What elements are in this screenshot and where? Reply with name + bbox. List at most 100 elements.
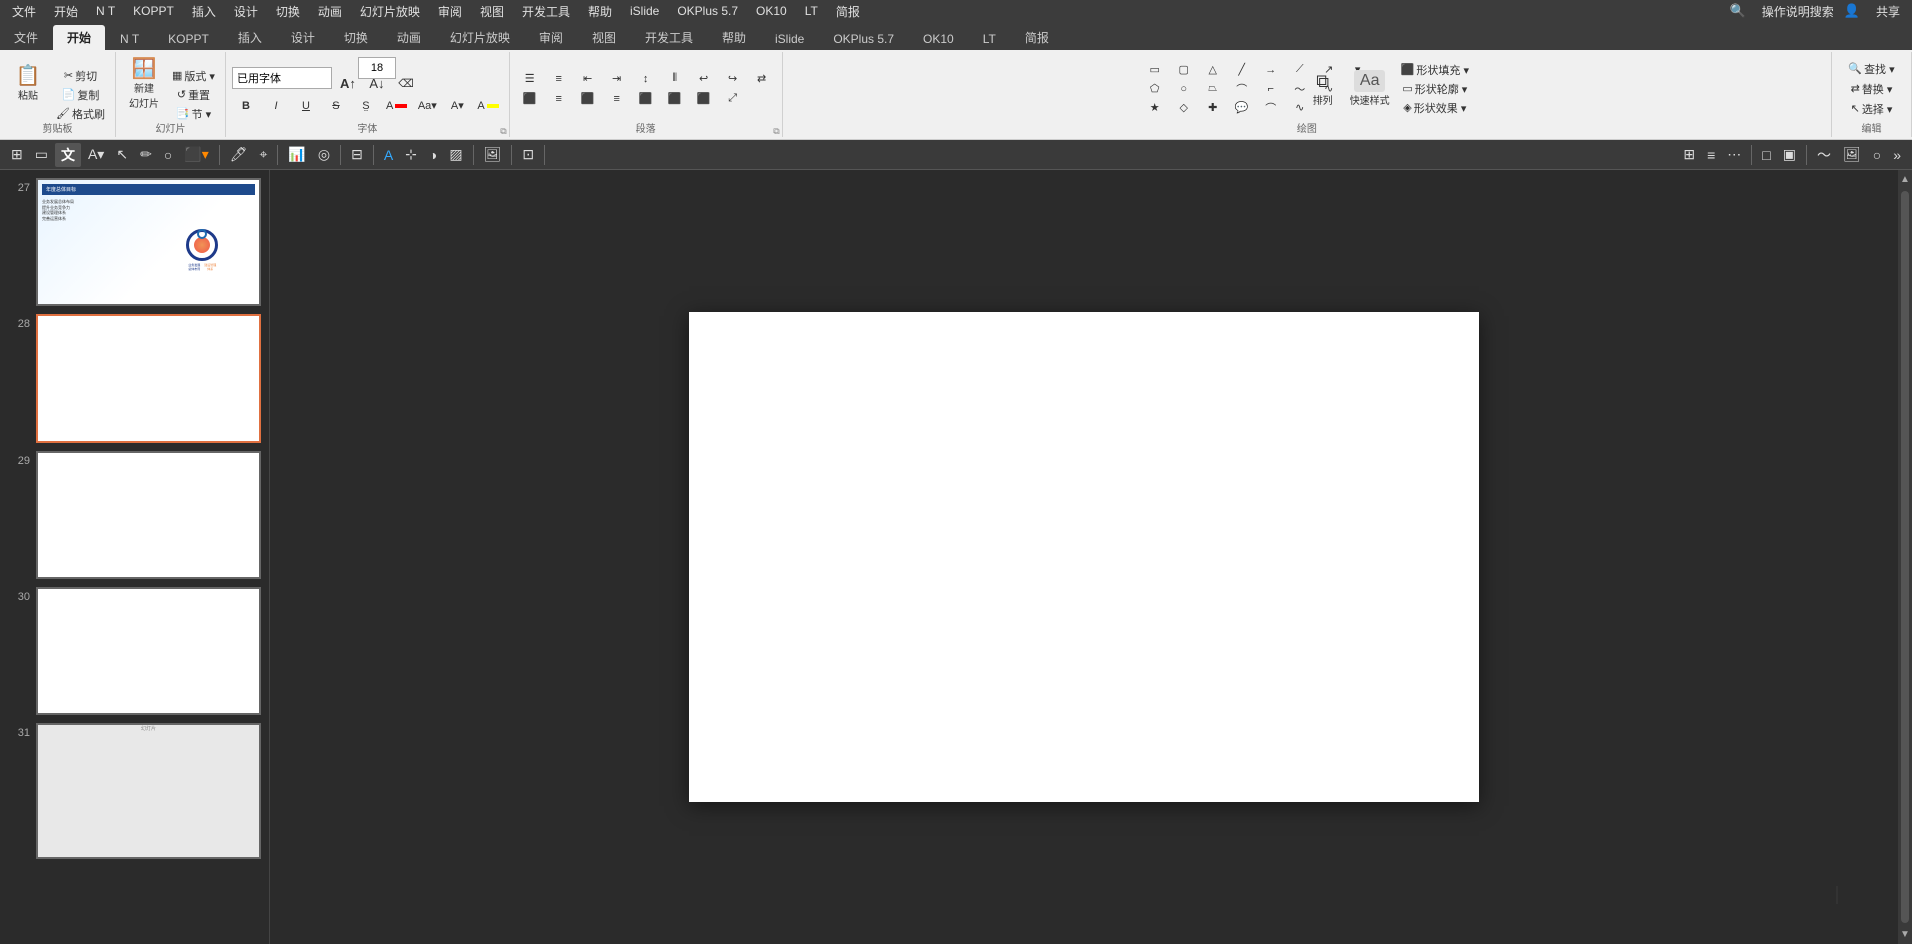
tab-jianbao[interactable]: 简报 xyxy=(1011,25,1063,50)
font-shrink-button[interactable]: A↓ xyxy=(363,75,391,93)
slide-item-27[interactable]: 27 年度总体目标 业务发展总体布局提升业务竞争力建设管理体系完善运营体系 xyxy=(0,174,269,310)
para-dialog-launcher[interactable]: ⧉ xyxy=(773,126,779,137)
justify-button[interactable]: ≡ xyxy=(603,90,631,108)
dt-picture-btn[interactable]: 🖼 xyxy=(1838,144,1866,165)
new-slide-button[interactable]: 🪟 新建 幻灯片 xyxy=(122,54,166,114)
tab-animation[interactable]: 动画 xyxy=(383,25,435,50)
tab-nt[interactable]: N T xyxy=(106,28,153,50)
dt-circle-btn[interactable]: ○ xyxy=(159,145,177,165)
dt-capture-btn[interactable]: ⊞ xyxy=(1678,144,1700,165)
arrow-shape[interactable]: → xyxy=(1257,61,1285,79)
align-right-button[interactable]: ⬛ xyxy=(574,90,602,108)
slide-thumb-29[interactable] xyxy=(36,451,261,579)
dt-circle2-btn[interactable]: ○ xyxy=(1868,145,1886,165)
select-button[interactable]: ↖选择 ▾ xyxy=(1847,100,1897,118)
dt-screen-btn[interactable]: ⊡ xyxy=(517,144,539,165)
menu-islide[interactable]: iSlide xyxy=(622,2,667,20)
slides-panel[interactable]: 27 年度总体目标 业务发展总体布局提升业务竞争力建设管理体系完善运营体系 xyxy=(0,170,270,944)
clear-format-button[interactable]: ⌫ xyxy=(392,75,420,93)
star-shape[interactable]: ★ xyxy=(1141,99,1169,117)
shape-effect-button[interactable]: ◈形状效果 ▾ xyxy=(1397,99,1473,117)
tab-review[interactable]: 审阅 xyxy=(525,25,577,50)
shape-outline-button[interactable]: ▭形状轮廓 ▾ xyxy=(1397,80,1473,98)
tab-view[interactable]: 视图 xyxy=(578,25,630,50)
slide-thumb-31[interactable]: 幻灯片 xyxy=(36,723,261,858)
font-dialog-launcher[interactable]: ⧉ xyxy=(500,126,506,137)
menu-animation[interactable]: 动画 xyxy=(310,1,350,22)
pentagon-shape[interactable]: ⬠ xyxy=(1141,80,1169,98)
dt-text-btn[interactable]: 文 xyxy=(55,143,81,167)
line-shape[interactable]: ╱ xyxy=(1228,61,1256,79)
slide-item-30[interactable]: 30 xyxy=(0,583,269,719)
callout-shape[interactable]: 💬 xyxy=(1228,99,1256,117)
align-middle-button[interactable]: ⬛ xyxy=(661,90,689,108)
slide-canvas[interactable] xyxy=(689,312,1479,802)
menu-insert[interactable]: 插入 xyxy=(184,1,224,22)
dt-pen-btn[interactable]: 🖊 xyxy=(225,144,253,165)
replace-button[interactable]: ⇄替换 ▾ xyxy=(1847,80,1897,98)
tab-transition[interactable]: 切换 xyxy=(330,25,382,50)
menu-view[interactable]: 视图 xyxy=(472,1,512,22)
dt-wave-btn[interactable]: 〜 xyxy=(1812,143,1836,167)
tab-insert[interactable]: 插入 xyxy=(224,25,276,50)
increase-indent-button[interactable]: ⇥ xyxy=(603,70,631,88)
circle-shape[interactable]: ○ xyxy=(1170,80,1198,98)
tab-help[interactable]: 帮助 xyxy=(708,25,760,50)
dt-cursor-btn[interactable]: ↖ xyxy=(111,144,133,165)
slide-item-28[interactable]: 28 xyxy=(0,310,269,446)
menu-share[interactable]: 共享 xyxy=(1868,1,1908,22)
shadow-text-button[interactable]: S̤ xyxy=(352,97,380,115)
diamond-shape[interactable]: ◇ xyxy=(1170,99,1198,117)
tab-slideshow[interactable]: 幻灯片放映 xyxy=(436,25,524,50)
font-name-input[interactable] xyxy=(232,67,332,89)
dt-chart-btn[interactable]: 📊 xyxy=(283,144,310,165)
tab-lt[interactable]: LT xyxy=(969,28,1010,50)
custom-shape1[interactable]: ⌒ xyxy=(1257,99,1285,117)
italic-button[interactable]: I xyxy=(262,97,290,115)
dt-fill-btn[interactable]: ▣ xyxy=(1778,144,1801,165)
text-direction2-button[interactable]: ↪ xyxy=(719,70,747,88)
slide-item-29[interactable]: 29 xyxy=(0,447,269,583)
menu-transition[interactable]: 切换 xyxy=(268,1,308,22)
copy-button[interactable]: 📄复制 xyxy=(52,86,109,104)
cross-shape[interactable]: ✚ xyxy=(1199,99,1227,117)
menu-home[interactable]: 开始 xyxy=(46,1,86,22)
line-spacing-button[interactable]: ↕ xyxy=(632,70,660,88)
tab-okplus[interactable]: OKPlus 5.7 xyxy=(819,28,908,50)
columns-button[interactable]: ⫴ xyxy=(661,70,689,88)
tab-islide[interactable]: iSlide xyxy=(761,28,818,50)
find-button[interactable]: 🔍查找 ▾ xyxy=(1844,60,1898,78)
tab-ok10[interactable]: OK10 xyxy=(909,28,968,50)
dt-more1-btn[interactable]: ⋯ xyxy=(1722,144,1746,165)
menu-koppt[interactable]: KOPPT xyxy=(125,2,182,20)
font-grow-button[interactable]: A↑ xyxy=(334,75,362,93)
dt-textA-btn[interactable]: A▾ xyxy=(83,144,109,165)
align-top-button[interactable]: ⬛ xyxy=(632,90,660,108)
menu-nt[interactable]: N T xyxy=(88,2,123,20)
arrange-button[interactable]: ⧉ 排列 xyxy=(1303,59,1343,119)
decrease-indent-button[interactable]: ⇤ xyxy=(574,70,602,88)
numbered-list-button[interactable]: ≡ xyxy=(545,70,573,88)
highlight-button[interactable]: A xyxy=(473,97,502,115)
menu-slideshow[interactable]: 幻灯片放映 xyxy=(352,1,428,22)
convert-button[interactable]: ⇄ xyxy=(748,70,776,88)
tab-home[interactable]: 开始 xyxy=(53,25,105,50)
dt-more2-btn[interactable]: » xyxy=(1888,145,1906,165)
tab-file[interactable]: 文件 xyxy=(0,25,52,50)
slide-item-31[interactable]: 31 幻灯片 xyxy=(0,719,269,862)
dt-ring-btn[interactable]: ◎ xyxy=(313,144,335,165)
slide-thumb-28[interactable] xyxy=(36,314,261,442)
underline-button[interactable]: U xyxy=(292,97,320,115)
scroll-down-arrow[interactable]: ▼ xyxy=(1898,925,1912,944)
layout-button[interactable]: ▦版式 ▾ xyxy=(168,67,219,85)
slide-thumb-27[interactable]: 年度总体目标 业务发展总体布局提升业务竞争力建设管理体系完善运营体系 xyxy=(36,178,261,306)
dt-select2-btn[interactable]: ⌖ xyxy=(255,144,273,165)
dt-draw-btn[interactable]: ✏ xyxy=(135,144,157,165)
bracket-shape[interactable]: ⌐ xyxy=(1257,80,1285,98)
dt-image-btn[interactable]: 🖼 xyxy=(479,144,507,165)
cut-button[interactable]: ✂剪切 xyxy=(52,67,109,85)
strikethrough-button[interactable]: S xyxy=(322,97,350,115)
dt-square-btn[interactable]: □ xyxy=(1757,145,1775,165)
menu-search[interactable]: 操作说明搜索 xyxy=(1754,1,1842,22)
reset-button[interactable]: ↺重置 xyxy=(168,86,219,104)
